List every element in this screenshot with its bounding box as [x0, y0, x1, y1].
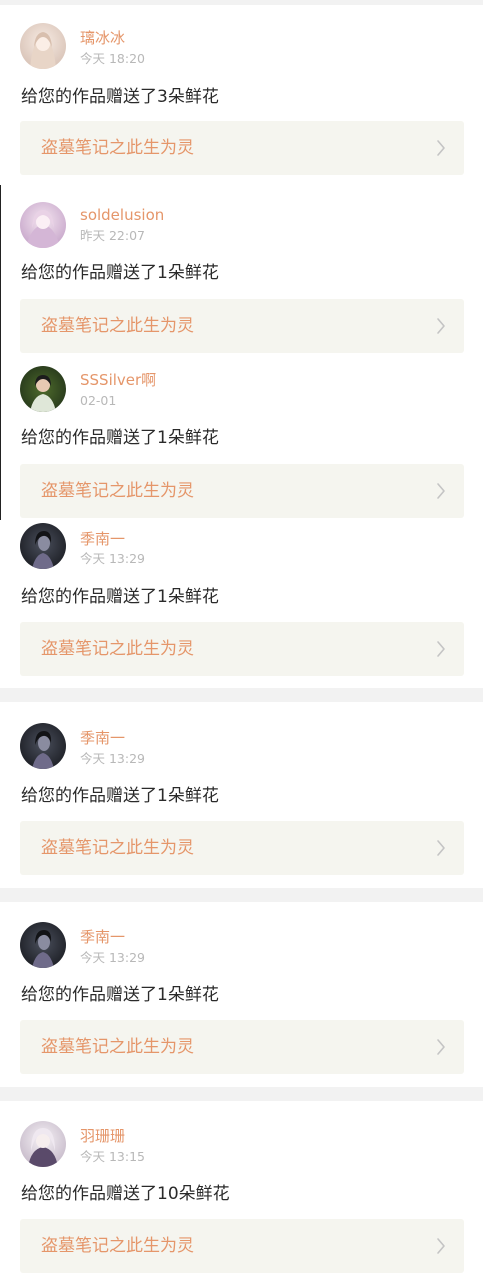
- username[interactable]: 羽珊珊: [80, 1127, 125, 1145]
- chevron-right-icon: [437, 318, 445, 334]
- notification-card[interactable]: SSSilver啊 02-01 给您的作品赠送了1朵鲜花 盗墓笔记之此生为灵: [0, 357, 483, 520]
- notification-card[interactable]: 璃冰冰 今天 18:20 给您的作品赠送了3朵鲜花 盗墓笔记之此生为灵: [0, 5, 483, 185]
- username[interactable]: 璃冰冰: [80, 29, 125, 47]
- username[interactable]: 季南一: [80, 928, 125, 946]
- section-divider: [0, 888, 483, 902]
- notification-card[interactable]: soldelusion 昨天 22:07 给您的作品赠送了1朵鲜花 盗墓笔记之此…: [0, 185, 483, 357]
- edge-line: [0, 185, 1, 520]
- work-title: 盗墓笔记之此生为灵: [41, 838, 194, 858]
- notification-card[interactable]: 羽珊珊 今天 13:15 给您的作品赠送了10朵鲜花 盗墓笔记之此生为灵: [0, 1101, 483, 1280]
- work-link[interactable]: 盗墓笔记之此生为灵: [20, 299, 464, 353]
- work-link[interactable]: 盗墓笔记之此生为灵: [20, 464, 464, 518]
- notification-card[interactable]: 季南一 今天 13:29 给您的作品赠送了1朵鲜花 盗墓笔记之此生为灵: [0, 702, 483, 888]
- chevron-right-icon: [437, 1039, 445, 1055]
- chevron-right-icon: [437, 840, 445, 856]
- username[interactable]: 季南一: [80, 729, 125, 747]
- avatar[interactable]: [20, 202, 66, 248]
- username[interactable]: SSSilver啊: [80, 371, 156, 389]
- work-title: 盗墓笔记之此生为灵: [41, 316, 194, 336]
- gift-message: 给您的作品赠送了1朵鲜花: [21, 263, 219, 283]
- timestamp: 昨天 22:07: [80, 228, 145, 243]
- timestamp: 今天 13:29: [80, 551, 145, 566]
- avatar[interactable]: [20, 23, 66, 69]
- work-link[interactable]: 盗墓笔记之此生为灵: [20, 121, 464, 175]
- work-link[interactable]: 盗墓笔记之此生为灵: [20, 1020, 464, 1074]
- work-link[interactable]: 盗墓笔记之此生为灵: [20, 1219, 464, 1273]
- avatar[interactable]: [20, 366, 66, 412]
- timestamp: 02-01: [80, 393, 117, 408]
- notification-card[interactable]: 季南一 今天 13:29 给您的作品赠送了1朵鲜花 盗墓笔记之此生为灵: [0, 520, 483, 688]
- chevron-right-icon: [437, 641, 445, 657]
- username[interactable]: 季南一: [80, 530, 125, 548]
- timestamp: 今天 13:29: [80, 751, 145, 766]
- work-title: 盗墓笔记之此生为灵: [41, 481, 194, 501]
- work-link[interactable]: 盗墓笔记之此生为灵: [20, 622, 464, 676]
- avatar[interactable]: [20, 1121, 66, 1167]
- gift-message: 给您的作品赠送了10朵鲜花: [21, 1184, 230, 1204]
- gift-message: 给您的作品赠送了1朵鲜花: [21, 428, 219, 448]
- avatar[interactable]: [20, 922, 66, 968]
- timestamp: 今天 13:15: [80, 1149, 145, 1164]
- avatar[interactable]: [20, 723, 66, 769]
- work-title: 盗墓笔记之此生为灵: [41, 639, 194, 659]
- section-divider: [0, 1087, 483, 1101]
- notification-card[interactable]: 季南一 今天 13:29 给您的作品赠送了1朵鲜花 盗墓笔记之此生为灵: [0, 902, 483, 1087]
- timestamp: 今天 13:29: [80, 950, 145, 965]
- gift-message: 给您的作品赠送了1朵鲜花: [21, 587, 219, 607]
- gift-message: 给您的作品赠送了1朵鲜花: [21, 786, 219, 806]
- avatar[interactable]: [20, 523, 66, 569]
- gift-message: 给您的作品赠送了3朵鲜花: [21, 87, 219, 107]
- timestamp: 今天 18:20: [80, 51, 145, 66]
- work-title: 盗墓笔记之此生为灵: [41, 1236, 194, 1256]
- chevron-right-icon: [437, 140, 445, 156]
- work-link[interactable]: 盗墓笔记之此生为灵: [20, 821, 464, 875]
- work-title: 盗墓笔记之此生为灵: [41, 138, 194, 158]
- gift-message: 给您的作品赠送了1朵鲜花: [21, 985, 219, 1005]
- username[interactable]: soldelusion: [80, 206, 164, 224]
- section-divider: [0, 688, 483, 702]
- chevron-right-icon: [437, 1238, 445, 1254]
- chevron-right-icon: [437, 483, 445, 499]
- work-title: 盗墓笔记之此生为灵: [41, 1037, 194, 1057]
